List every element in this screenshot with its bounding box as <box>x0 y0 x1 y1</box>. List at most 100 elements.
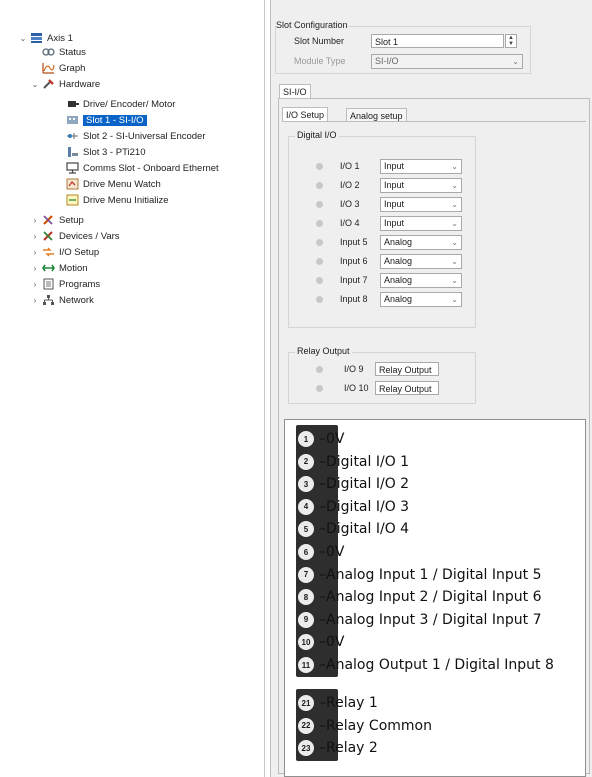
pin-number: 21 <box>298 695 314 711</box>
io-mode-value: Analog <box>384 275 413 285</box>
terminal-pin: 4 –Digital I/O 3 <box>298 496 409 518</box>
io-mode-dropdown[interactable]: Input ⌄ <box>380 159 462 174</box>
tree-label: Devices / Vars <box>59 230 120 242</box>
io-mode-dropdown[interactable]: Input ⌄ <box>380 178 462 193</box>
tree-label-selected: Slot 1 - SI-I/O <box>83 114 147 126</box>
tree-label: Slot 2 - SI-Universal Encoder <box>83 130 206 142</box>
tree-item-setup[interactable]: › Setup <box>30 212 84 228</box>
chevron-down-icon[interactable]: ⌄ <box>30 80 40 89</box>
tree-item-menu-init[interactable]: Drive Menu Initialize <box>66 192 169 208</box>
status-led-icon <box>316 296 323 303</box>
programs-icon <box>42 278 55 290</box>
io-label: I/O 9 <box>344 364 364 374</box>
pin-dash: – <box>319 431 326 447</box>
pin-label: Digital I/O 4 <box>326 521 410 538</box>
status-icon <box>42 46 55 58</box>
slot-config-title: Slot Configuration <box>276 20 348 30</box>
io-label: I/O 4 <box>340 218 360 228</box>
chevron-right-icon[interactable]: › <box>30 280 40 289</box>
module-type-label: Module Type <box>294 56 346 66</box>
pin-dash: – <box>319 611 326 628</box>
pin-number: 10 <box>298 634 314 651</box>
tree-item-menu-watch[interactable]: Drive Menu Watch <box>66 176 161 192</box>
chevron-down-icon[interactable]: ⌄ <box>18 34 28 43</box>
chevron-down-icon: ⌄ <box>451 257 458 266</box>
tree-item-drive[interactable]: Drive/ Encoder/ Motor <box>66 96 175 112</box>
tree-label: Graph <box>59 62 86 74</box>
pin-number: 6 <box>298 544 314 560</box>
io-mode-value: Input <box>384 180 405 190</box>
status-led-icon <box>316 220 323 227</box>
relay-output-field[interactable]: Relay Output <box>375 362 439 376</box>
terminal-pin: 1 –0V <box>298 428 344 450</box>
chevron-down-icon: ⌄ <box>451 295 458 304</box>
tree-item-motion[interactable]: › Motion <box>30 260 88 276</box>
pin-number: 9 <box>298 611 314 628</box>
pin-wire <box>316 636 318 649</box>
io-mode-dropdown[interactable]: Analog ⌄ <box>380 235 462 250</box>
pin-number: 1 <box>298 431 314 447</box>
slot-number-spinner[interactable]: ▲ ▼ <box>505 34 517 48</box>
pin-dash: – <box>319 566 326 583</box>
pin-dash: – <box>319 589 326 606</box>
terminal-pin: 23 –Relay 2 <box>298 737 378 759</box>
pin-label: Digital I/O 2 <box>326 476 410 493</box>
io-mode-dropdown[interactable]: Analog ⌄ <box>380 273 462 288</box>
pin-wire <box>316 568 318 581</box>
tree-item-hardware[interactable]: ⌄ Hardware <box>30 76 101 92</box>
pin-wire <box>316 613 318 626</box>
tree-label: Status <box>59 46 86 58</box>
tree-item-slot2[interactable]: Slot 2 - SI-Universal Encoder <box>66 128 206 144</box>
ethernet-icon <box>66 162 79 174</box>
pin-wire <box>316 591 318 604</box>
relay-output-title: Relay Output <box>295 346 352 356</box>
chevron-right-icon[interactable]: › <box>30 296 40 305</box>
tree-item-io-setup[interactable]: › I/O Setup <box>30 244 99 260</box>
tree-item-slot1[interactable]: Slot 1 - SI-I/O <box>66 112 147 128</box>
chevron-right-icon[interactable]: › <box>30 232 40 241</box>
tree-label: Setup <box>59 214 84 226</box>
pin-dash: – <box>319 634 326 651</box>
io-label: I/O 2 <box>340 180 360 190</box>
tree-item-programs[interactable]: › Programs <box>30 276 100 292</box>
pin-number: 22 <box>298 717 314 734</box>
chevron-right-icon[interactable]: › <box>30 248 40 257</box>
pin-label: Analog Input 1 / Digital Input 5 <box>326 566 542 583</box>
io-mode-value: Analog <box>384 237 413 247</box>
tree-item-devices[interactable]: › Devices / Vars <box>30 228 120 244</box>
io-mode-dropdown[interactable]: Analog ⌄ <box>380 254 462 269</box>
pin-label: Analog Output 1 / Digital Input 8 <box>326 657 554 673</box>
module-type-dropdown[interactable]: SI-I/O ⌄ <box>371 54 523 69</box>
status-led-icon <box>316 366 323 373</box>
tree-item-graph[interactable]: Graph <box>42 60 85 76</box>
pin-number: 3 <box>298 476 314 493</box>
tab-analog-setup[interactable]: Analog setup <box>346 108 407 122</box>
tab-io-setup[interactable]: I/O Setup <box>282 107 329 121</box>
pin-label: Analog Input 2 / Digital Input 6 <box>326 589 542 606</box>
tree-item-network[interactable]: › Network <box>30 292 94 308</box>
io-mode-dropdown[interactable]: Analog ⌄ <box>380 292 462 307</box>
pin-dash: – <box>319 453 326 470</box>
slot-number-field[interactable]: Slot 1 <box>371 34 504 48</box>
terminal-pin: 10 –0V <box>298 631 344 653</box>
tree-label: I/O Setup <box>59 246 100 258</box>
chevron-right-icon[interactable]: › <box>30 264 40 273</box>
pin-wire <box>316 433 318 445</box>
pin-wire <box>316 719 318 732</box>
chevron-down-icon: ⌄ <box>512 57 519 66</box>
io-mode-dropdown[interactable]: Input ⌄ <box>380 216 462 231</box>
tree-item-status[interactable]: Status <box>42 44 86 60</box>
terminal-pin: 22 –Relay Common <box>298 715 432 737</box>
tree-item-comms[interactable]: Comms Slot - Onboard Ethernet <box>66 160 219 176</box>
project-tree[interactable]: ⌄ Axis 1 Status Graph ⌄ Hardware Drive/ … <box>0 0 265 777</box>
relay-output-field[interactable]: Relay Output <box>375 381 439 395</box>
tree-label: Network <box>59 294 94 306</box>
tree-item-slot3[interactable]: Slot 3 - PTi210 <box>66 144 145 160</box>
tab-si-io[interactable]: SI-I/O <box>279 84 311 98</box>
pin-dash: – <box>319 544 326 560</box>
tree-label: Programs <box>59 278 101 290</box>
io-mode-value: Analog <box>384 294 413 304</box>
chevron-right-icon[interactable]: › <box>30 216 40 225</box>
io-mode-dropdown[interactable]: Input ⌄ <box>380 197 462 212</box>
chevron-down-icon: ⌄ <box>451 162 458 171</box>
